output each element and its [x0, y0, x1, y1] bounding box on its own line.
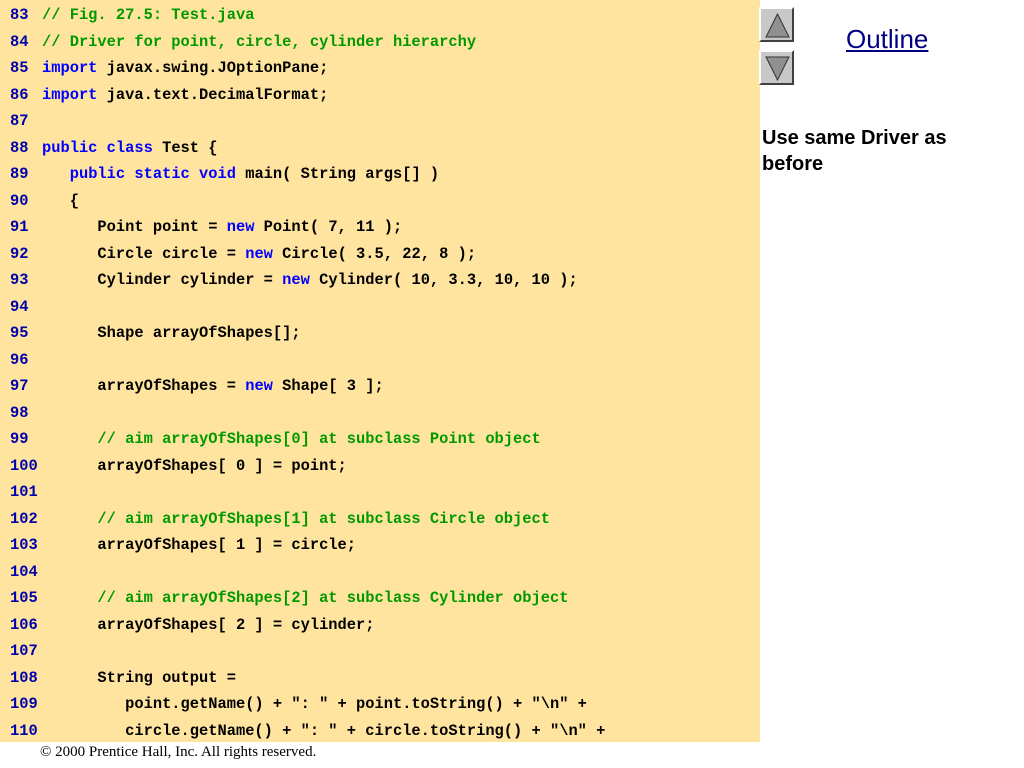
- code-line: 90 {: [10, 188, 79, 214]
- line-number: 93: [10, 271, 29, 289]
- line-number: 87: [10, 112, 29, 130]
- line-number: 104: [10, 562, 38, 581]
- line-number: 88: [10, 138, 29, 157]
- code-line: 110 circle.getName() + ": " + circle.toS…: [10, 718, 605, 744]
- previous-slide-button[interactable]: [759, 7, 794, 42]
- code-line: 104: [10, 559, 42, 585]
- code-text: javax.swing.JOptionPane;: [97, 59, 329, 77]
- line-number: 86: [10, 85, 29, 104]
- code-keyword: import: [42, 59, 98, 77]
- code-line: 98: [10, 400, 42, 426]
- code-comment: // aim arrayOfShapes[1] at subclass Circ…: [42, 509, 550, 528]
- code-line: 85 import javax.swing.JOptionPane;: [10, 55, 328, 81]
- code-line: 102 // aim arrayOfShapes[1] at subclass …: [10, 506, 550, 532]
- triangle-up-icon: [765, 12, 790, 38]
- line-number: 89: [10, 165, 29, 183]
- line-number: 91: [10, 218, 29, 236]
- line-number: 90: [10, 191, 29, 210]
- line-number: 101: [10, 483, 38, 501]
- code-line: 91 Point point = new Point( 7, 11 );: [10, 214, 402, 240]
- code-text: Point point =: [42, 218, 227, 236]
- code-text: arrayOfShapes[ 2 ] = cylinder;: [42, 615, 375, 634]
- line-number: 96: [10, 350, 29, 369]
- code-line: 103 arrayOfShapes[ 1 ] = circle;: [10, 532, 356, 558]
- code-line: 108 String output =: [10, 665, 236, 691]
- code-keyword: public static void: [69, 165, 236, 183]
- code-text: java.text.DecimalFormat;: [97, 85, 329, 104]
- code-line: 99 // aim arrayOfShapes[0] at subclass P…: [10, 426, 541, 452]
- line-number: 103: [10, 536, 38, 554]
- code-text: Cylinder( 10, 3.3, 10, 10 );: [309, 271, 578, 289]
- line-number: 95: [10, 324, 29, 342]
- line-number: 109: [10, 695, 38, 713]
- code-text: Circle circle =: [42, 244, 246, 263]
- code-text: Shape[ 3 ];: [272, 377, 384, 395]
- code-text: arrayOfShapes[ 0 ] = point;: [42, 456, 347, 475]
- code-text: arrayOfShapes[ 1 ] = circle;: [42, 536, 357, 554]
- code-comment: // Fig. 27.5: Test.java: [42, 6, 255, 24]
- line-number: 84: [10, 32, 29, 51]
- line-number: 105: [10, 589, 38, 607]
- code-text: arrayOfShapes =: [42, 377, 246, 395]
- line-number: 100: [10, 456, 38, 475]
- code-keyword: new: [226, 218, 255, 236]
- code-text: Cylinder cylinder =: [42, 271, 283, 289]
- code-text: Circle( 3.5, 22, 8 );: [272, 244, 477, 263]
- line-number: 98: [10, 403, 29, 422]
- code-line: 94: [10, 294, 42, 320]
- code-keyword: public class: [42, 138, 153, 157]
- code-text: String output =: [42, 668, 236, 687]
- code-keyword: new: [245, 377, 273, 395]
- outline-link[interactable]: Outline: [846, 24, 928, 55]
- code-line: 95 Shape arrayOfShapes[];: [10, 320, 301, 346]
- line-number: 85: [10, 59, 29, 77]
- code-text: circle.getName() + ": " + circle.toStrin…: [42, 721, 606, 740]
- line-number: 102: [10, 509, 38, 528]
- code-line: 100 arrayOfShapes[ 0 ] = point;: [10, 453, 347, 479]
- line-number: 97: [10, 377, 29, 395]
- code-line: 87: [10, 108, 42, 134]
- code-line: 86 import java.text.DecimalFormat;: [10, 82, 328, 108]
- line-number: 99: [10, 430, 29, 448]
- line-number: 107: [10, 642, 38, 660]
- slide-note: Use same Driver as before: [762, 127, 947, 175]
- code-listing: 83 // Fig. 27.5: Test.java 84 // Driver for…: [0, 0, 760, 742]
- code-line: 107: [10, 638, 42, 664]
- code-comment: // Driver for point, circle, cylinder hi…: [42, 32, 477, 51]
- code-line: 97 arrayOfShapes = new Shape[ 3 ];: [10, 373, 384, 399]
- code-line: 92 Circle circle = new Circle( 3.5, 22, …: [10, 241, 476, 267]
- line-number: 83: [10, 6, 29, 24]
- line-number: 110: [10, 721, 38, 740]
- code-text: Point( 7, 11 );: [254, 218, 403, 236]
- code-comment: // aim arrayOfShapes[0] at subclass Poin…: [42, 430, 541, 448]
- triangle-down-icon: [765, 56, 790, 82]
- code-line: 101: [10, 479, 42, 505]
- code-text: point.getName() + ": " + point.toString(…: [42, 695, 587, 713]
- next-slide-button[interactable]: [759, 50, 794, 85]
- code-keyword: new: [282, 271, 310, 289]
- line-number: 106: [10, 615, 38, 634]
- code-keyword: new: [245, 244, 273, 263]
- code-line: 83 // Fig. 27.5: Test.java: [10, 2, 254, 28]
- code-text: Shape arrayOfShapes[];: [42, 324, 301, 342]
- code-line: 89 public static void main( String args[…: [10, 161, 439, 187]
- copyright-footer: © 2000 Prentice Hall, Inc. All rights re…: [40, 744, 317, 760]
- code-text: Test {: [152, 138, 218, 157]
- line-number: 92: [10, 244, 29, 263]
- code-line: 88 public class Test {: [10, 135, 218, 161]
- code-line: 106 arrayOfShapes[ 2 ] = cylinder;: [10, 612, 375, 638]
- line-number: 94: [10, 297, 29, 316]
- code-line: 93 Cylinder cylinder = new Cylinder( 10,…: [10, 267, 578, 293]
- code-comment: // aim arrayOfShapes[2] at subclass Cyli…: [42, 589, 569, 607]
- code-text: {: [42, 191, 79, 210]
- code-line: 84 // Driver for point, circle, cylinder …: [10, 29, 476, 55]
- code-keyword: import: [42, 85, 98, 104]
- code-line: 105 // aim arrayOfShapes[2] at subclass …: [10, 585, 568, 611]
- code-text: main( String args[] ): [235, 165, 440, 183]
- code-line: 109 point.getName() + ": " + point.toStr…: [10, 691, 587, 717]
- line-number: 108: [10, 668, 38, 687]
- code-line: 96: [10, 347, 42, 373]
